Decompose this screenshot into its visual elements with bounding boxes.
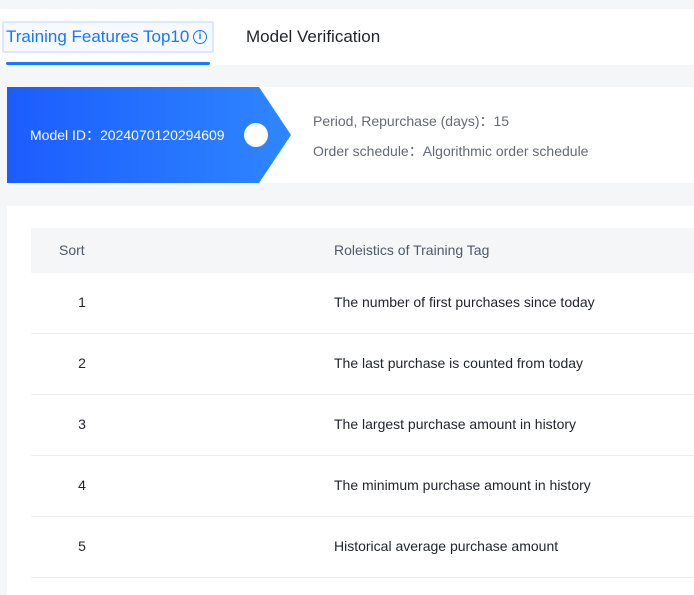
tab-bar: Training Features Top10 i Model Verifica…	[0, 9, 694, 65]
table-row: 2 The last purchase is counted from toda…	[31, 334, 694, 395]
cell-sort: 1	[78, 294, 86, 310]
tab-model-verification-label: Model Verification	[246, 27, 381, 46]
header-sort: Sort	[59, 242, 85, 258]
cell-training-tag: Historical average purchase amount	[334, 538, 559, 554]
order-schedule-text: Order schedule：Algorithmic order schedul…	[313, 143, 589, 159]
model-id-badge: Model ID：2024070120294609	[7, 87, 291, 183]
tab-training-features-label: Training Features Top10	[6, 27, 190, 46]
header-training-tag: Roleistics of Training Tag	[334, 242, 490, 258]
table-row: 5 Historical average purchase amount	[31, 517, 694, 578]
cell-training-tag: The minimum purchase amount in history	[334, 477, 591, 493]
cell-sort: 2	[78, 355, 86, 371]
tab-training-features[interactable]: Training Features Top10 i	[0, 9, 214, 65]
cell-training-tag: The number of first purchases since toda…	[334, 294, 595, 310]
table-row: 4 The minimum purchase amount in history	[31, 456, 694, 517]
features-table: Sort Roleistics of Training Tag 1 The nu…	[7, 206, 694, 595]
table-header: Sort Roleistics of Training Tag	[31, 228, 694, 273]
period-repurchase-text: Period, Repurchase (days)：15	[313, 113, 510, 129]
cell-sort: 5	[78, 538, 86, 554]
tab-model-verification[interactable]: Model Verification	[246, 9, 380, 65]
cell-training-tag: The last purchase is counted from today	[334, 355, 584, 371]
cell-sort: 4	[78, 477, 86, 493]
model-info-card: Model ID：2024070120294609 Period, Repurc…	[7, 87, 694, 183]
table-row: 3 The largest purchase amount in history	[31, 395, 694, 456]
model-id-text: Model ID：2024070120294609	[30, 127, 225, 143]
info-circle-icon[interactable]: i	[193, 30, 207, 44]
tab-active-underline	[6, 62, 210, 65]
table-row: 1 The number of first purchases since to…	[31, 273, 694, 334]
cell-sort: 3	[78, 416, 86, 432]
cell-training-tag: The largest purchase amount in history	[334, 416, 577, 432]
status-dot-icon	[244, 123, 268, 147]
